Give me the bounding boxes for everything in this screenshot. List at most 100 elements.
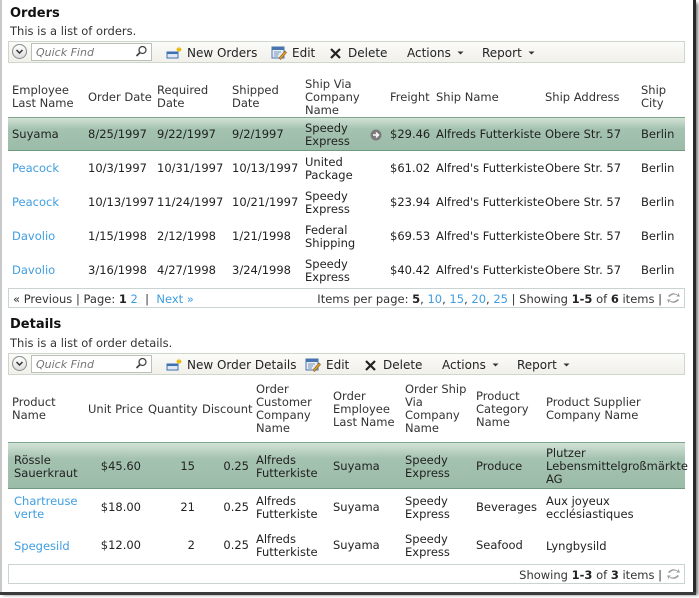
column-header[interactable]: Ship City xyxy=(641,84,666,110)
discount-cell: 0.25 xyxy=(223,500,249,514)
new-order-details-label: New Order Details xyxy=(187,358,297,372)
ship-city-cell: Berlin xyxy=(641,127,675,141)
column-header[interactable]: Order Customer Company Name xyxy=(256,383,312,435)
new-record-icon xyxy=(166,46,182,58)
row-action-arrow-icon[interactable] xyxy=(370,129,382,141)
column-header[interactable]: Unit Price xyxy=(88,402,143,416)
orders-actions-menu[interactable]: Actions xyxy=(407,45,465,61)
orders-quick-find[interactable] xyxy=(31,43,152,61)
line: Order Date xyxy=(88,89,152,104)
new-record-icon xyxy=(166,358,182,370)
shipped-date-cell: 10/13/1997 xyxy=(232,161,299,175)
details-report-menu[interactable]: Report xyxy=(517,357,571,373)
table-row[interactable]: Davolio 3/16/1998 4/27/1998 3/24/1998 $40.42… xyxy=(8,254,685,288)
column-header[interactable]: Ship Via Company Name xyxy=(305,76,360,117)
column-header[interactable]: Order Employee Last Name xyxy=(333,389,395,429)
column-header[interactable]: Employee Last Name xyxy=(12,84,74,110)
column-header[interactable]: Order Ship Via Company Name xyxy=(405,383,466,435)
employee-cell[interactable]: Davolio xyxy=(12,230,55,243)
search-icon[interactable] xyxy=(135,357,148,370)
table-row[interactable]: Peacock 10/3/1997 10/31/1997 10/13/1997 $61.… xyxy=(8,152,685,186)
column-header[interactable]: Order Date xyxy=(88,89,152,104)
orders-quick-find-input[interactable] xyxy=(36,45,132,59)
details-quick-find[interactable] xyxy=(31,355,152,373)
previous-page-link[interactable]: « Previous xyxy=(13,292,72,306)
orders-delete-button[interactable]: Delete xyxy=(329,45,387,61)
details-view-selector-button[interactable] xyxy=(12,356,27,371)
page-size-15-link[interactable]: 15 xyxy=(449,292,464,306)
search-icon[interactable] xyxy=(135,45,148,58)
orders-report-menu[interactable]: Report xyxy=(482,45,536,61)
line: Express xyxy=(305,202,350,216)
required-date-cell: 2/12/1998 xyxy=(157,229,216,243)
details-title: Details xyxy=(10,317,62,332)
details-actions-menu[interactable]: Actions xyxy=(442,357,500,373)
ship-name-cell: Alfred's Futterkiste xyxy=(436,195,545,209)
page-2-link[interactable]: 2 xyxy=(131,292,138,306)
column-header[interactable]: Shipped Date xyxy=(232,84,279,110)
delete-icon xyxy=(365,359,376,371)
line: Employee xyxy=(333,401,390,416)
product-name-cell[interactable]: Spegesild xyxy=(14,539,70,553)
supplier-cell: Lyngbysild xyxy=(546,539,607,553)
category-cell: Produce xyxy=(476,458,523,473)
details-edit-label: Edit xyxy=(326,358,350,372)
product-name-cell[interactable]: Chartreuse verte xyxy=(14,495,78,521)
page-size-25-link[interactable]: 25 xyxy=(493,292,508,306)
column-header[interactable]: Ship Address xyxy=(545,90,620,104)
order-date-cell: 10/3/1997 xyxy=(88,161,147,175)
current-page: 1 xyxy=(118,292,127,306)
new-orders-button[interactable]: New Orders xyxy=(166,45,257,61)
unit-price-cell: $12.00 xyxy=(100,538,141,552)
orders-edit-label: Edit xyxy=(292,46,316,60)
table-row[interactable]: Suyama 8/25/1997 9/22/1997 9/2/1997 $29.46 Al… xyxy=(8,117,685,151)
employee-cell[interactable]: Peacock xyxy=(12,162,59,175)
employee-cell[interactable]: Davolio xyxy=(12,264,55,277)
shipped-date-cell: 1/21/1998 xyxy=(232,229,291,243)
line: Package xyxy=(305,168,353,182)
ship-via-cell: Speedy Express xyxy=(305,258,350,284)
refresh-icon[interactable] xyxy=(666,291,681,305)
column-header[interactable]: Ship Name xyxy=(436,90,499,104)
line: Ship Via xyxy=(305,76,352,91)
column-header[interactable]: Required Date xyxy=(157,84,208,110)
orders-pager: « Previous | Page: 1 2 | Next » Items pe… xyxy=(8,288,685,308)
column-header[interactable]: Product Supplier Company Name xyxy=(546,396,641,422)
line: Express xyxy=(405,507,450,521)
ship-via-cell: United Package xyxy=(305,156,353,182)
employee-cell[interactable]: Peacock xyxy=(12,196,59,209)
details-pager: Showing 1-3 of 3 items | xyxy=(8,564,685,584)
column-header[interactable]: Discount xyxy=(202,402,253,416)
customer-company-cell: Alfreds Futterkiste xyxy=(256,453,318,480)
orders-edit-button[interactable]: Edit xyxy=(271,45,315,61)
table-row[interactable]: Spegesild $12.00 2 0.25 Alfreds Futterkiste Su… xyxy=(8,528,685,564)
showing-range: 1-3 xyxy=(571,568,593,582)
details-quick-find-input[interactable] xyxy=(36,357,132,371)
ship-via-cell: Speedy Express xyxy=(405,453,450,480)
page-size-10-link[interactable]: 10 xyxy=(427,292,442,306)
dropdown-arrow-icon xyxy=(563,363,570,367)
table-row[interactable]: Rössle Sauerkraut $45.60 15 0.25 Alfreds Futte… xyxy=(8,442,688,489)
page-size-20-link[interactable]: 20 xyxy=(471,292,486,306)
chevron-down-icon xyxy=(15,361,24,367)
line: Express xyxy=(405,545,450,559)
window-shadow-right xyxy=(693,0,696,594)
new-order-details-button[interactable]: New Order Details xyxy=(166,357,297,373)
line: Express xyxy=(405,465,450,480)
order-date-cell: 1/15/1998 xyxy=(88,229,147,243)
column-header[interactable]: Product Name xyxy=(12,396,56,422)
table-row[interactable]: Davolio 1/15/1998 2/12/1998 1/21/1998 $69.53… xyxy=(8,220,685,254)
refresh-icon[interactable] xyxy=(666,567,681,581)
details-edit-button[interactable]: Edit xyxy=(305,357,349,373)
column-header[interactable]: Freight xyxy=(390,90,430,104)
ship-address-cell: Obere Str. 57 xyxy=(545,127,622,141)
next-page-link[interactable]: Next » xyxy=(156,292,193,306)
freight-cell: $61.02 xyxy=(390,161,431,175)
column-header[interactable]: Quantity xyxy=(148,402,198,416)
details-delete-button[interactable]: Delete xyxy=(364,357,422,373)
orders-view-selector-button[interactable] xyxy=(12,44,27,59)
column-header[interactable]: Product Category Name xyxy=(476,389,529,429)
table-row[interactable]: Chartreuse verte $18.00 21 0.25 Alfreds Futter… xyxy=(8,489,685,527)
table-row[interactable]: Peacock 10/13/1997 11/24/1997 10/21/1997 $23… xyxy=(8,186,685,220)
shipped-date-cell: 10/21/1997 xyxy=(232,195,299,209)
